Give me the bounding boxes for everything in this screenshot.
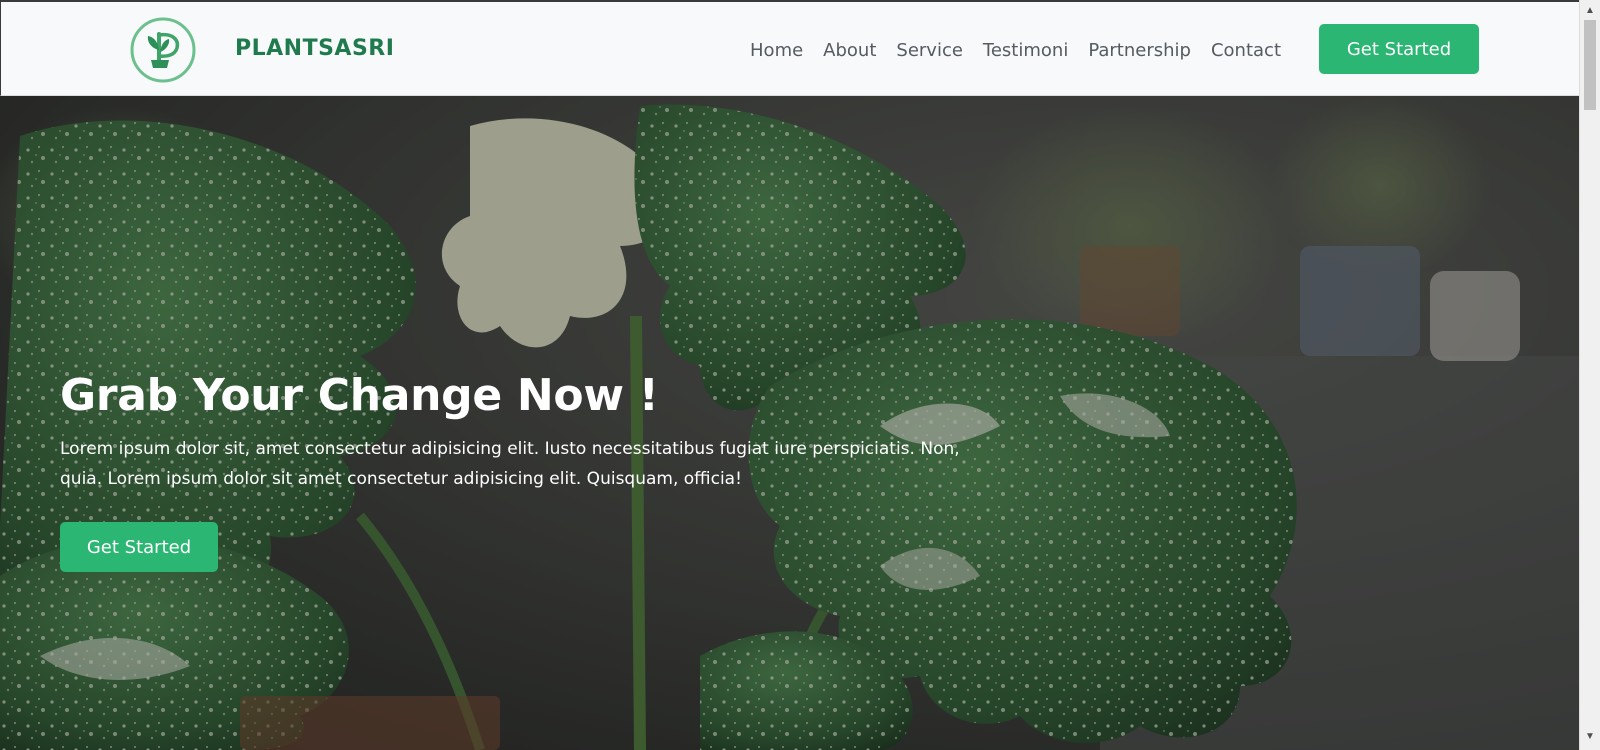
- brand-name[interactable]: PLANTSASRI: [235, 36, 394, 61]
- nav-get-started-button[interactable]: Get Started: [1319, 24, 1479, 74]
- nav-link-testimoni[interactable]: Testimoni: [973, 40, 1078, 61]
- page: PLANTSASRI Home About Service Testimoni …: [0, 0, 1600, 750]
- scroll-down-arrow-icon[interactable]: ▼: [1580, 730, 1600, 744]
- nav-links: Home About Service Testimoni Partnership…: [740, 2, 1291, 98]
- hero-overlay: [0, 96, 1579, 750]
- hero-title: Grab Your Change Now !: [60, 370, 659, 421]
- plant-logo-icon[interactable]: [129, 16, 197, 84]
- hero-description: Lorem ipsum dolor sit, amet consectetur …: [60, 439, 960, 489]
- hero-get-started-button[interactable]: Get Started: [60, 522, 218, 572]
- scroll-thumb[interactable]: [1584, 20, 1596, 110]
- nav-link-contact[interactable]: Contact: [1201, 40, 1291, 61]
- page-scrollbar[interactable]: ▲ ▼: [1579, 0, 1600, 750]
- nav-link-partnership[interactable]: Partnership: [1078, 40, 1201, 61]
- nav-link-home[interactable]: Home: [740, 40, 813, 61]
- nav-link-about[interactable]: About: [813, 40, 886, 61]
- hero-section: Grab Your Change Now ! Lorem ipsum dolor…: [0, 96, 1579, 750]
- scroll-up-arrow-icon[interactable]: ▲: [1580, 4, 1600, 18]
- navbar: PLANTSASRI Home About Service Testimoni …: [0, 0, 1579, 96]
- nav-link-service[interactable]: Service: [886, 40, 973, 61]
